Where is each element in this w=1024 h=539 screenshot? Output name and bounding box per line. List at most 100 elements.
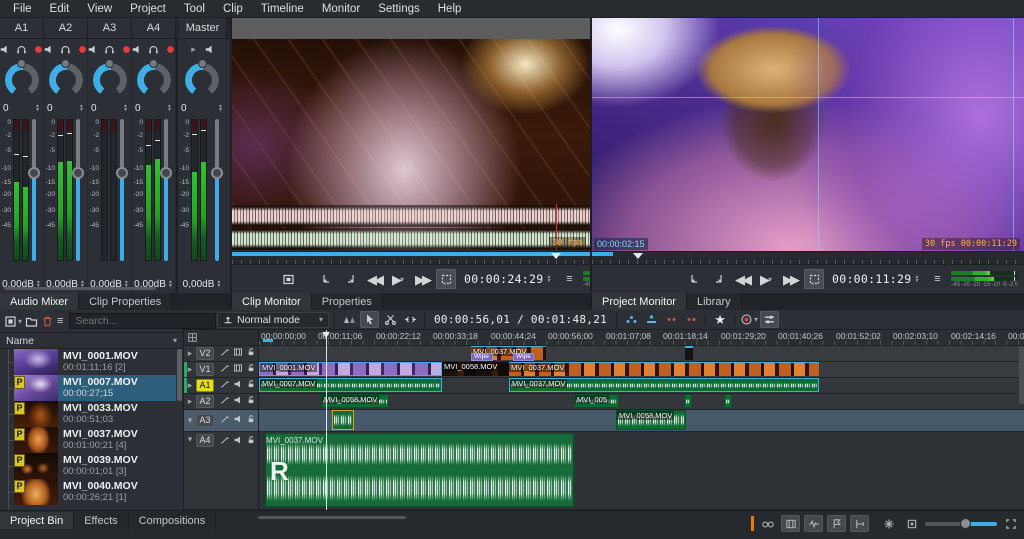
tab-properties[interactable]: Properties	[312, 293, 383, 310]
zone-out-icon[interactable]	[708, 269, 728, 289]
show-audio-thumbnails-toggle[interactable]	[804, 515, 823, 532]
mute-icon[interactable]	[204, 44, 215, 55]
spacer-tool-icon[interactable]	[401, 311, 419, 328]
track-label[interactable]: A3	[196, 414, 214, 427]
timeline-clip[interactable]: MVI_0037.MOV	[509, 362, 819, 376]
show-markers-toggle[interactable]	[827, 515, 846, 532]
collapse-icon[interactable]: ▸	[190, 44, 198, 55]
timeline-audio-clip[interactable]	[684, 394, 692, 408]
tab-library[interactable]: Library	[687, 293, 742, 310]
bin-menu-icon[interactable]: ≡	[57, 313, 63, 330]
timeline-ruler[interactable]: 00:00:00;00 00:00:11;06 00:00:22;12 00:0…	[259, 330, 1024, 346]
clip-monitor-ruler[interactable]	[232, 251, 590, 264]
lane-v1[interactable]: MVI_0001.MOV MVI_0058.MOV MVI_0037.MOV	[259, 362, 1024, 378]
track-header-a4[interactable]: ▾ A4	[184, 432, 259, 510]
monitor-playhead-icon[interactable]	[551, 253, 561, 264]
effects-wand-icon[interactable]	[220, 414, 230, 427]
tab-audio-mixer[interactable]: Audio Mixer	[0, 293, 79, 310]
tab-clip-monitor[interactable]: Clip Monitor	[232, 293, 312, 310]
menu-view[interactable]: View	[78, 0, 121, 18]
preview-goggles-icon[interactable]	[758, 515, 777, 532]
menu-tool[interactable]: Tool	[175, 0, 214, 18]
expand-track-icon[interactable]: ▸	[186, 396, 194, 407]
timeline-audio-clip[interactable]: MVI_0007.MOV	[259, 378, 442, 392]
gain-stepper[interactable]: 0▲▼	[0, 101, 43, 115]
lock-icon[interactable]	[246, 435, 256, 448]
zone-in-icon[interactable]	[316, 269, 336, 289]
insert-zone-icon[interactable]	[642, 311, 660, 328]
loop-zone-icon[interactable]	[804, 269, 824, 289]
timeline-clip[interactable]	[685, 346, 693, 360]
lock-icon[interactable]	[246, 414, 256, 427]
zone-in-icon[interactable]	[684, 269, 704, 289]
track-header-a1[interactable]: ▸ A1	[184, 378, 259, 394]
fast-forward-icon[interactable]: ▶▶	[780, 269, 800, 289]
track-label-active[interactable]: A1	[196, 379, 214, 392]
fast-forward-icon[interactable]: ▶▶	[412, 269, 432, 289]
bin-clip-row[interactable]: P MVI_0040.MOV00:00:26;21 [1]	[0, 479, 176, 505]
bin-clip-row[interactable]: P MVI_0033.MOV00:00:51;03	[0, 401, 176, 427]
create-folder-icon[interactable]	[25, 313, 38, 330]
favorite-effects-icon[interactable]: ★	[711, 311, 729, 328]
db-spinbox[interactable]: 0,00dB▲▼	[46, 277, 85, 293]
lane-a1[interactable]: MVI_0007.MOV MVI_0037.MOV	[259, 378, 1024, 394]
track-header-a3[interactable]: ▾ A3	[184, 410, 259, 432]
volume-fader[interactable]	[211, 119, 223, 261]
effects-wand-icon[interactable]	[220, 363, 230, 376]
speaker-icon[interactable]	[233, 379, 243, 392]
record-arm-icon[interactable]	[165, 44, 176, 55]
rewind-icon[interactable]: ◀◀	[732, 269, 752, 289]
monitor-timecode[interactable]: 00:00:24:29 ▲▼	[464, 272, 551, 286]
db-spinbox[interactable]: 0,00dB▲▼	[183, 277, 222, 293]
play-button[interactable]: ▶▾	[756, 269, 776, 289]
mixer-tab-a2[interactable]: A2	[44, 18, 88, 38]
track-header-v2[interactable]: ▸ V2	[184, 346, 259, 362]
mute-icon[interactable]	[0, 44, 10, 55]
name-column-header[interactable]: Name▾	[0, 332, 183, 349]
tab-effects[interactable]: Effects	[74, 512, 128, 529]
volume-fader[interactable]	[28, 119, 40, 261]
bin-clip-row[interactable]: P MVI_0039.MOV00:00:01;01 [3]	[0, 453, 176, 479]
mixer-tab-master[interactable]: Master	[179, 18, 227, 38]
menu-help[interactable]: Help	[429, 0, 471, 18]
monitor-menu-icon[interactable]: ≡	[927, 269, 947, 289]
menu-settings[interactable]: Settings	[369, 0, 429, 18]
timeline-audio-clip[interactable]: MVI_0037.MOV	[509, 378, 819, 392]
zone-bar[interactable]	[232, 252, 590, 256]
gain-stepper[interactable]: 0▲▼	[88, 101, 131, 115]
volume-knob[interactable]	[184, 59, 220, 101]
bin-clip-row-selected[interactable]: P MVI_0007.MOV00:00:27;15	[0, 375, 176, 401]
project-monitor-video[interactable]: 00:00:02:15 30 fps 00:00:11:29	[592, 18, 1024, 252]
mixer-tab-a1[interactable]: A1	[0, 18, 44, 38]
effects-wand-icon[interactable]	[220, 435, 230, 448]
track-label[interactable]: A4	[196, 434, 214, 447]
track-label[interactable]: V1	[196, 363, 214, 376]
timeline-audio-clip[interactable]: MVI_0037.MOV R	[265, 433, 574, 507]
solo-headphones-icon[interactable]	[16, 44, 27, 55]
timeline-audio-clip[interactable]: MVI_0058.MOV	[321, 394, 389, 408]
expand-track-icon[interactable]: ▸	[186, 364, 194, 375]
lane-a4[interactable]: MVI_0037.MOV R	[259, 432, 1024, 510]
db-spinbox[interactable]: 0,00dB▲▼	[134, 277, 173, 293]
expand-track-icon[interactable]: ▸	[186, 380, 194, 391]
volume-knob[interactable]	[92, 59, 128, 101]
snap-toggle[interactable]	[850, 515, 869, 532]
mixer-scrollbar[interactable]	[4, 287, 156, 290]
menu-timeline[interactable]: Timeline	[252, 0, 313, 18]
mix-clips-icon[interactable]	[340, 311, 358, 328]
add-clip-icon[interactable]: ▾	[4, 313, 22, 330]
lock-icon[interactable]	[246, 395, 256, 408]
db-spinbox[interactable]: 0,00dB▲▼	[90, 277, 129, 293]
loop-zone-icon[interactable]	[436, 269, 456, 289]
speaker-icon[interactable]	[233, 435, 243, 448]
timeline-audio-clip[interactable]	[724, 394, 732, 408]
zone-out-icon[interactable]	[340, 269, 360, 289]
solo-headphones-icon[interactable]	[104, 44, 115, 55]
overwrite-zone-icon[interactable]	[662, 311, 680, 328]
menu-clip[interactable]: Clip	[214, 0, 252, 18]
timeline-playhead[interactable]	[326, 330, 327, 510]
fit-zoom-icon[interactable]	[1001, 515, 1020, 532]
lock-icon[interactable]	[246, 363, 256, 376]
tab-project-monitor[interactable]: Project Monitor	[592, 293, 687, 310]
extract-zone-icon[interactable]	[682, 311, 700, 328]
